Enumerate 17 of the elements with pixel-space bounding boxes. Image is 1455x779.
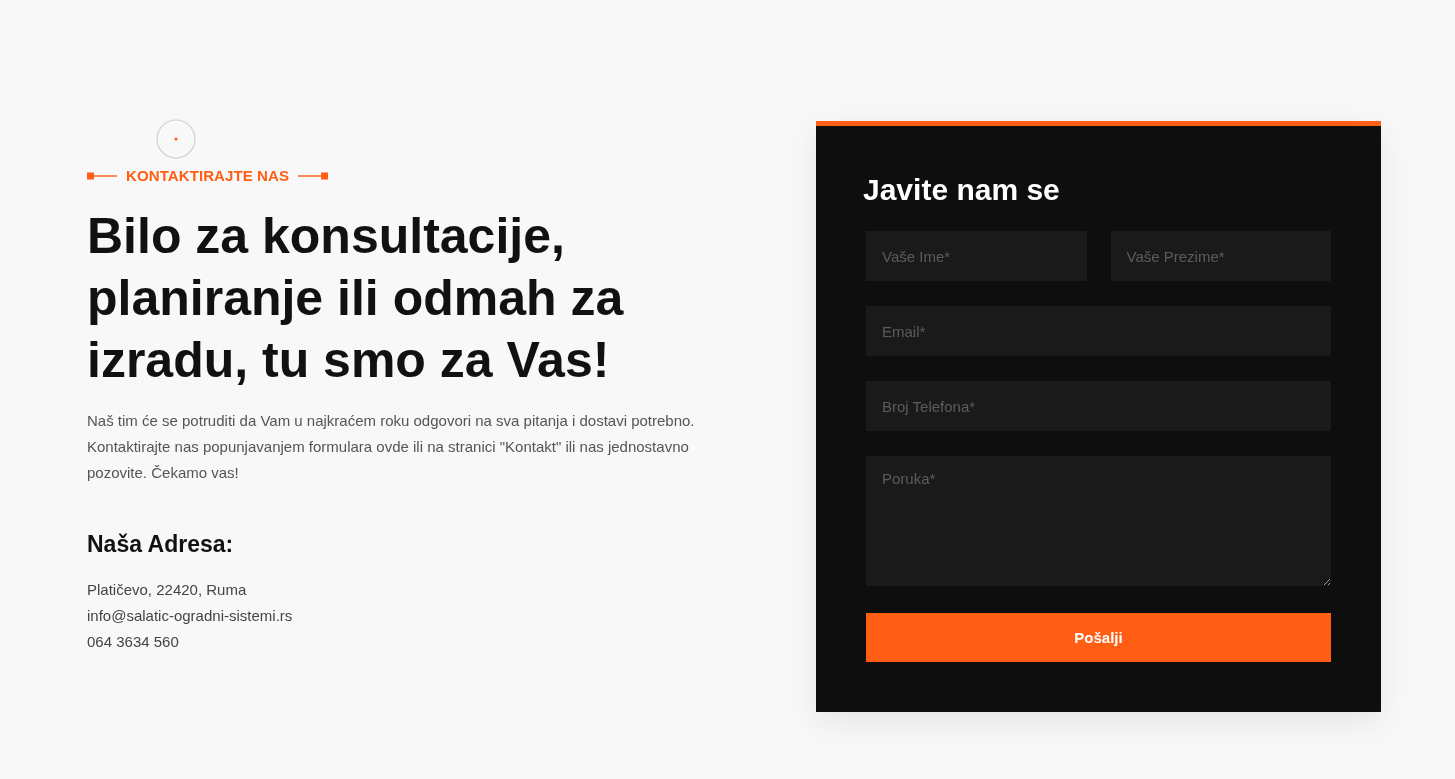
address-title: Naša Adresa: [87,530,234,559]
input-field[interactable]: Email* [866,306,1331,356]
message-field[interactable]: Poruka* [866,456,1331,586]
input-field[interactable]: Vaše Ime* [866,231,1087,281]
form-title: Javite nam se [863,172,1061,208]
input-field[interactable]: Vaše Prezime* [1110,231,1331,281]
address-line: info@salatic-ogradni-sistemi.rs [87,606,293,626]
input-field[interactable]: Broj Telefona* [866,381,1331,431]
section-tagline: KONTAKTIRAJTE NAS [126,167,290,185]
ring-dot-icon [156,119,196,159]
address-line: Platičevo, 22420, Ruma [87,580,247,600]
address-line: 064 3634 560 [87,632,179,652]
section-heading: Bilo za konsultacije, planiranje ili odmah za izradu, tu smo za Vas! [87,207,625,390]
description-text: Naš tim će se potruditi da Vam u najkraćem roku odgovori na sva pitanja i dostavi potrebno. Kontaktirajte nas popunjavanjem formulara ovde ili na stranici "Kontakt" ili nas jednostavno pozovite. Čekamo vas! [87,411,696,483]
line-square-icon [87,172,117,180]
submit-button[interactable]: Pošalji [866,613,1331,662]
line-square-icon [298,172,329,180]
